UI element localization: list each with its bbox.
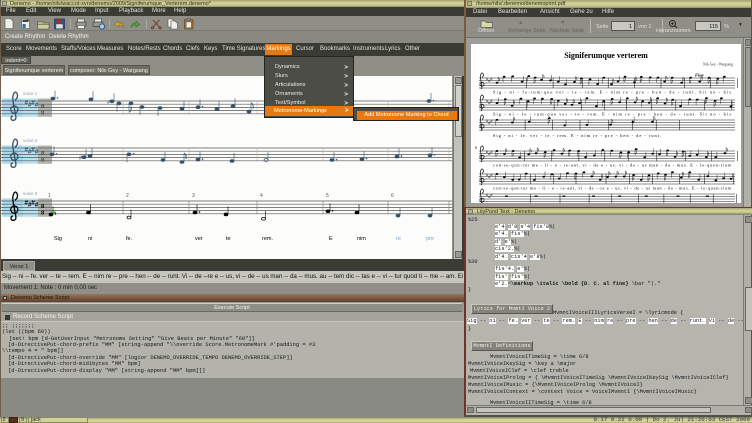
svg-text:voice 3: voice 3 <box>23 191 38 196</box>
svg-text:Signiferumque verterem: Signiferumque verterem <box>564 51 648 60</box>
svg-text:Sig - ni - fe. ver -: Sig - ni - fe. ver - te - rem. E - nim r… <box>493 133 661 138</box>
svg-text:3: 3 <box>192 193 195 199</box>
svg-text:5: 5 <box>326 193 329 199</box>
svg-text:rem.: rem. <box>262 236 273 242</box>
svg-text:nim: nim <box>357 236 366 242</box>
svg-text:pre: pre <box>426 236 434 242</box>
svg-text:ver: ver <box>195 236 203 242</box>
svg-text:re: re <box>396 236 401 242</box>
svg-text:E: E <box>329 236 333 242</box>
svg-text:Fine: Fine <box>695 73 704 78</box>
svg-text:#: # <box>35 102 39 109</box>
svg-text:4: 4 <box>260 193 263 199</box>
svg-text:#: # <box>35 149 39 156</box>
svg-text:6: 6 <box>475 145 477 150</box>
svg-text:fe.: fe. <box>126 236 133 242</box>
svg-text:6: 6 <box>391 193 394 199</box>
svg-text:te: te <box>226 236 231 242</box>
svg-text:#: # <box>35 202 39 209</box>
svg-text:voice 1: voice 1 <box>23 91 38 96</box>
svg-text:2: 2 <box>126 193 129 199</box>
svg-text:ni: ni <box>88 236 92 242</box>
svg-text:Sig - ni - fe - rum-que: Sig - ni - fe - rum-que ver - te - rem. … <box>493 112 731 117</box>
svg-text:1: 1 <box>48 193 51 199</box>
svg-text:voice 2: voice 2 <box>23 138 38 143</box>
svg-text:Sig - ni - fe-rum-que ver -: Sig - ni - fe-rum-que ver - te - rem. E … <box>493 90 731 95</box>
svg-text:Sig: Sig <box>54 236 62 242</box>
svg-text:Nils Gey - Wargsang: Nils Gey - Wargsang <box>703 63 733 67</box>
